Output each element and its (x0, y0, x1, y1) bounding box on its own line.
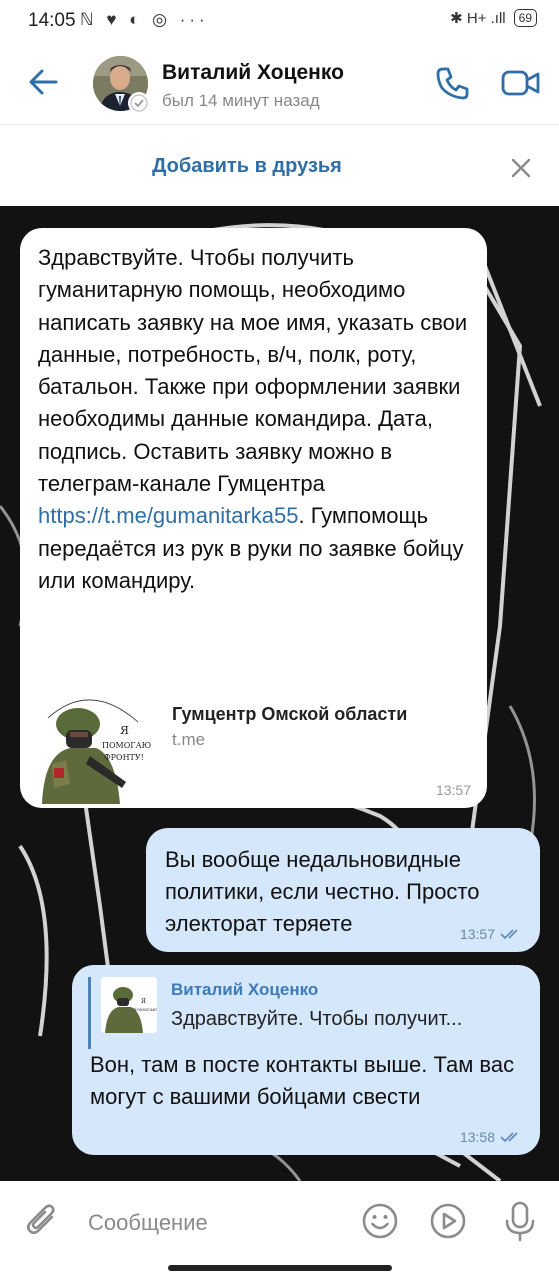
reply-author: Виталий Хоценко (171, 980, 319, 999)
incoming-message-text: Здравствуйте. Чтобы получить гуманитарну… (38, 242, 469, 597)
emoji-icon[interactable] (360, 1201, 400, 1241)
reply-thumbnail: Я ПОМОГАЮ (101, 977, 157, 1033)
back-arrow-icon[interactable] (26, 64, 62, 100)
reply-text: Здравствуйте. Чтобы получит... (171, 1008, 463, 1030)
close-icon[interactable] (508, 155, 534, 181)
last-seen: был 14 минут назад (162, 91, 320, 110)
svg-text:ФРОНТУ!: ФРОНТУ! (104, 753, 144, 762)
message-time: 13:58 (459, 1129, 495, 1145)
link-preview-site: t.me (172, 730, 206, 749)
message-time-group: 13:57 (460, 926, 522, 942)
svg-text:ПОМОГАЮ: ПОМОГАЮ (102, 741, 152, 750)
link-preview-title: Гумцентр Омской области (172, 704, 408, 724)
system-icons: ✱ H+ .ıll 69 (450, 9, 537, 27)
reply-quote[interactable]: Я ПОМОГАЮ Виталий Хоценко Здравствуйте. … (88, 977, 522, 1049)
signal-icons: ✱ H+ .ıll (450, 10, 506, 27)
home-indicator (168, 1265, 392, 1271)
message-input[interactable] (88, 1203, 348, 1243)
link-preview-image: Я ПОМОГАЮ ФРОНТУ! (33, 686, 152, 804)
verified-badge-icon (128, 92, 150, 114)
message-time-group: 13:58 (460, 1129, 522, 1145)
chat-header: Виталий Хоценко был 14 минут назад (0, 42, 559, 124)
video-camera-icon[interactable] (500, 66, 542, 100)
add-friend-bar: Добавить в друзья (0, 124, 559, 207)
message-link[interactable]: https://t.me/gumanitarka55 (38, 503, 298, 528)
add-friend-button[interactable]: Добавить в друзья (0, 155, 494, 178)
notification-icons: ℕ ♥ ◐ ◎ ··· (80, 10, 209, 29)
message-text-part: Здравствуйте. Чтобы получить гуманитарну… (38, 245, 468, 497)
double-check-icon (500, 929, 518, 940)
play-icon[interactable] (428, 1201, 468, 1241)
paperclip-icon[interactable] (22, 1201, 62, 1241)
status-bar: 14:05 ℕ ♥ ◐ ◎ ··· ✱ H+ .ıll 69 (0, 0, 559, 42)
outgoing-reply-message[interactable]: Я ПОМОГАЮ Виталий Хоценко Здравствуйте. … (72, 965, 540, 1155)
contact-name[interactable]: Виталий Хоценко (162, 61, 344, 85)
svg-text:Я: Я (141, 998, 146, 1005)
outgoing-message-text: Вон, там в посте контакты выше. Там вас … (90, 1052, 515, 1109)
battery-icon: 69 (513, 9, 537, 27)
message-composer (0, 1181, 559, 1280)
svg-text:Я: Я (120, 724, 129, 737)
microphone-icon[interactable] (500, 1199, 540, 1243)
phone-icon[interactable] (434, 64, 472, 102)
svg-text:ПОМОГАЮ: ПОМОГАЮ (133, 1007, 157, 1012)
link-preview[interactable]: Я ПОМОГАЮ ФРОНТУ! Гумцентр Омской област… (30, 684, 470, 804)
status-time: 14:05 (28, 10, 76, 31)
chat-area[interactable]: Здравствуйте. Чтобы получить гуманитарну… (0, 206, 559, 1181)
double-check-icon (500, 1132, 518, 1143)
incoming-message[interactable]: Здравствуйте. Чтобы получить гуманитарну… (20, 228, 487, 808)
message-time: 13:57 (435, 782, 471, 798)
outgoing-message[interactable]: Вы вообще недальновидные политики, если … (146, 828, 540, 952)
message-time: 13:57 (459, 926, 495, 942)
